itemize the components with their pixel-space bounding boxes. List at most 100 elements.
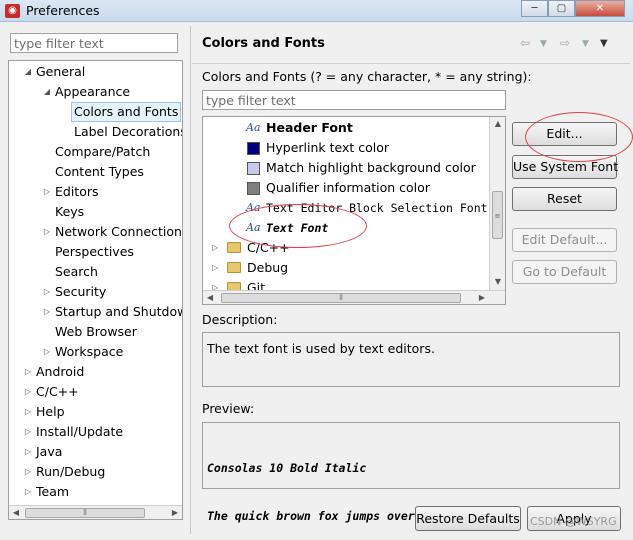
list-item[interactable]: Qualifier information color (203, 178, 489, 198)
list-item-label: Text Font (266, 221, 329, 235)
restore-defaults-button[interactable]: Restore Defaults (415, 506, 521, 531)
edit-button[interactable]: Edit... (512, 122, 617, 146)
tree-item[interactable]: ▷ Java (9, 442, 182, 462)
tree-item-label: General (36, 64, 86, 79)
tree-item[interactable]: ▷ Workspace (9, 342, 182, 362)
tree-item[interactable]: ▷ Android (9, 362, 182, 382)
tree-item-label: Search (55, 264, 98, 279)
scroll-left-arrow-icon[interactable]: ◀ (9, 506, 23, 519)
tree-item-label: Label Decorations (74, 124, 183, 139)
collapsed-arrow-icon[interactable]: ▷ (212, 258, 218, 278)
collapsed-arrow-icon[interactable]: ▷ (23, 402, 33, 422)
reset-button[interactable]: Reset (512, 187, 617, 211)
tree-item-label: Team (36, 484, 70, 499)
scroll-up-arrow-icon[interactable]: ▲ (490, 117, 505, 131)
go-to-default-button[interactable]: Go to Default (512, 260, 617, 284)
list-vertical-scrollbar[interactable]: ▲ ≡ ▼ (489, 117, 505, 292)
scroll-right-arrow-icon[interactable]: ▶ (168, 506, 182, 519)
tree-item-label: Perspectives (55, 244, 134, 259)
tree-item[interactable]: ▷ Team (9, 482, 182, 502)
collapsed-arrow-icon[interactable]: ▷ (23, 462, 33, 482)
maximize-button[interactable]: ▢ (548, 0, 575, 17)
collapsed-arrow-icon[interactable]: ▷ (23, 442, 33, 462)
scroll-thumb[interactable]: ⦀ (221, 293, 461, 303)
colors-fonts-filter-input[interactable] (202, 90, 506, 110)
font-preview: Consolas 10 Bold Italic The quick brown … (202, 422, 620, 523)
scroll-right-arrow-icon[interactable]: ▶ (475, 291, 489, 304)
tree-item-label: Web Browser (55, 324, 137, 339)
list-item[interactable]: Hyperlink text color (203, 138, 489, 158)
tree-item[interactable]: ▷ Editors (9, 182, 182, 202)
forward-dropdown-icon[interactable]: ▼ (582, 39, 589, 49)
collapsed-arrow-icon[interactable]: ▷ (23, 382, 33, 402)
collapsed-arrow-icon[interactable]: ▷ (42, 222, 52, 242)
description-label: Description: (202, 312, 278, 327)
tree-item[interactable]: Label Decorations (9, 122, 182, 142)
tree-item[interactable]: Colors and Fonts (9, 102, 182, 122)
tree-item[interactable]: Compare/Patch (9, 142, 182, 162)
tree-item[interactable]: Keys (9, 202, 182, 222)
tree-item[interactable]: ◢ General (9, 62, 182, 82)
tree-item[interactable]: ▷ Startup and Shutdown (9, 302, 182, 322)
list-item[interactable]: ▷ C/C++ (203, 238, 489, 258)
colors-fonts-list[interactable]: ▷ Git ▷ Debug ▷ C/C++ Aa Text Font Aa Text Editor… (202, 116, 506, 305)
tree-item[interactable]: Search (9, 262, 182, 282)
view-menu-icon[interactable]: ▼ (600, 38, 608, 49)
tree-item-label: Security (55, 284, 107, 299)
list-item[interactable]: Aa Header Font (203, 118, 489, 138)
back-arrow-icon[interactable]: ⇦ (520, 36, 530, 50)
list-item-label: Text Editor Block Selection Font (266, 201, 488, 215)
edit-default-button[interactable]: Edit Default... (512, 228, 617, 252)
tree-item[interactable]: ◢ Appearance (9, 82, 182, 102)
folder-icon (227, 242, 241, 253)
forward-arrow-icon[interactable]: ⇨ (560, 36, 570, 50)
collapsed-arrow-icon[interactable]: ▷ (23, 362, 33, 382)
collapsed-arrow-icon[interactable]: ▷ (42, 342, 52, 362)
list-item-label: Hyperlink text color (266, 140, 390, 155)
list-item[interactable]: Aa Text Editor Block Selection Font (203, 198, 489, 218)
tree-item[interactable]: ▷ Help (9, 402, 182, 422)
tree-item-label: Install/Update (36, 424, 124, 439)
expanded-arrow-icon[interactable]: ◢ (23, 62, 33, 82)
tree-item-label: Startup and Shutdown (55, 304, 183, 319)
close-button[interactable]: ✕ (575, 0, 625, 17)
sidebar-filter-input[interactable] (10, 33, 178, 53)
tree-item[interactable]: ▷ C/C++ (9, 382, 182, 402)
colors-fonts-list-label: Colors and Fonts (? = any character, * =… (202, 69, 532, 84)
tree-item-label: Workspace (55, 344, 124, 359)
preference-tree[interactable]: ▷XML▷Team▷Run/Debug▷Java▷Install/Update▷… (8, 60, 183, 520)
list-item[interactable]: Aa Text Font (203, 218, 489, 238)
tree-item[interactable]: ▷ Run/Debug (9, 462, 182, 482)
tree-item-label: C/C++ (36, 384, 79, 399)
tree-item[interactable]: Web Browser (9, 322, 182, 342)
use-system-font-button[interactable]: Use System Font (512, 155, 618, 179)
expanded-arrow-icon[interactable]: ◢ (42, 82, 52, 102)
tree-item[interactable]: ▷ Install/Update (9, 422, 182, 442)
list-item[interactable]: ▷ Debug (203, 258, 489, 278)
tree-horizontal-scrollbar[interactable]: ◀ ⦀ ▶ (9, 505, 182, 519)
collapsed-arrow-icon[interactable]: ▷ (23, 482, 33, 502)
tree-item-label: Content Types (55, 164, 144, 179)
tree-item[interactable]: Perspectives (9, 242, 182, 262)
minimize-button[interactable]: ─ (521, 0, 548, 17)
list-item[interactable]: Match highlight background color (203, 158, 489, 178)
back-dropdown-icon[interactable]: ▼ (540, 39, 547, 49)
collapsed-arrow-icon[interactable]: ▷ (212, 238, 218, 258)
collapsed-arrow-icon[interactable]: ▷ (42, 182, 52, 202)
collapsed-arrow-icon[interactable]: ▷ (42, 282, 52, 302)
tree-item[interactable]: ▷ Network Connections (9, 222, 182, 242)
list-horizontal-scrollbar[interactable]: ◀ ⦀ ▶ (203, 290, 505, 304)
collapsed-arrow-icon[interactable]: ▷ (42, 302, 52, 322)
color-swatch-icon (247, 182, 260, 195)
scroll-thumb[interactable]: ⦀ (25, 508, 145, 518)
tree-item[interactable]: ▷ Security (9, 282, 182, 302)
scroll-down-arrow-icon[interactable]: ▼ (490, 275, 505, 289)
tree-item-label: Run/Debug (36, 464, 106, 479)
collapsed-arrow-icon[interactable]: ▷ (23, 422, 33, 442)
tree-item[interactable]: Content Types (9, 162, 182, 182)
pane-divider[interactable] (190, 26, 191, 534)
font-icon: Aa (246, 221, 261, 234)
scroll-left-arrow-icon[interactable]: ◀ (203, 291, 217, 304)
tree-item-label: Keys (55, 204, 85, 219)
scroll-thumb[interactable]: ≡ (492, 191, 503, 239)
